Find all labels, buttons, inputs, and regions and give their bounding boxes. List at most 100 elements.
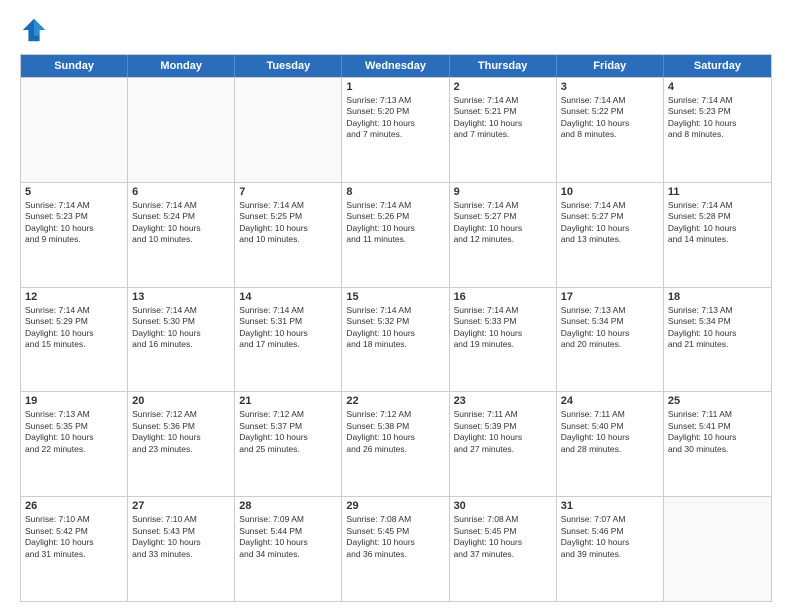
calendar-cell-day-25: 25Sunrise: 7:11 AM Sunset: 5:41 PM Dayli… <box>664 392 771 496</box>
day-number: 8 <box>346 186 444 198</box>
day-info: Sunrise: 7:14 AM Sunset: 5:23 PM Dayligh… <box>668 95 767 141</box>
calendar-cell-day-29: 29Sunrise: 7:08 AM Sunset: 5:45 PM Dayli… <box>342 497 449 601</box>
calendar-row-2: 5 Sunrise: 7:14 AM Sunset: 5:23 PM Daylig… <box>21 182 771 287</box>
day-info: Sunrise: 7:14 AM Sunset: 5:32 PM Dayligh… <box>346 305 444 351</box>
day-number: 2 <box>454 81 552 93</box>
day-number: 13 <box>132 291 230 303</box>
calendar-cell-day-11: 11 Sunrise: 7:14 AM Sunset: 5:28 PM Dayli… <box>664 183 771 287</box>
day-info: Sunrise: 7:13 AM Sunset: 5:34 PM Dayligh… <box>668 305 767 351</box>
calendar-cell-day-19: 19 Sunrise: 7:13 AM Sunset: 5:35 PM Dayli… <box>21 392 128 496</box>
day-info: Sunrise: 7:14 AM Sunset: 5:23 PM Dayligh… <box>25 200 123 246</box>
day-number: 5 <box>25 186 123 198</box>
calendar-cell-day-24: 24 Sunrise: 7:11 AM Sunset: 5:40 PM Dayli… <box>557 392 664 496</box>
calendar-cell-day-4: 4 Sunrise: 7:14 AM Sunset: 5:23 PM Daylig… <box>664 78 771 182</box>
day-number: 9 <box>454 186 552 198</box>
day-info: Sunrise: 7:14 AM Sunset: 5:22 PM Dayligh… <box>561 95 659 141</box>
day-info: Sunrise: 7:14 AM Sunset: 5:24 PM Dayligh… <box>132 200 230 246</box>
day-number: 24 <box>561 395 659 407</box>
header <box>20 16 772 44</box>
calendar-cell-day-1: 1 Sunrise: 7:13 AM Sunset: 5:20 PM Daylig… <box>342 78 449 182</box>
day-info: Sunrise: 7:14 AM Sunset: 5:33 PM Dayligh… <box>454 305 552 351</box>
calendar-cell-empty <box>235 78 342 182</box>
calendar-cell-day-5: 5 Sunrise: 7:14 AM Sunset: 5:23 PM Daylig… <box>21 183 128 287</box>
calendar-header: SundayMondayTuesdayWednesdayThursdayFrid… <box>21 55 771 77</box>
day-info: Sunrise: 7:14 AM Sunset: 5:30 PM Dayligh… <box>132 305 230 351</box>
logo <box>20 16 52 44</box>
calendar-cell-day-27: 27 Sunrise: 7:10 AM Sunset: 5:43 PM Dayli… <box>128 497 235 601</box>
weekday-header-friday: Friday <box>557 55 664 77</box>
day-info: Sunrise: 7:14 AM Sunset: 5:26 PM Dayligh… <box>346 200 444 246</box>
day-info: Sunrise: 7:14 AM Sunset: 5:28 PM Dayligh… <box>668 200 767 246</box>
day-info: Sunrise: 7:14 AM Sunset: 5:21 PM Dayligh… <box>454 95 552 141</box>
day-info: Sunrise: 7:11 AM Sunset: 5:41 PM Dayligh… <box>668 409 767 455</box>
day-number: 26 <box>25 500 123 512</box>
day-number: 1 <box>346 81 444 93</box>
calendar-cell-day-26: 26 Sunrise: 7:10 AM Sunset: 5:42 PM Dayli… <box>21 497 128 601</box>
weekday-header-thursday: Thursday <box>450 55 557 77</box>
day-number: 30 <box>454 500 552 512</box>
day-info: Sunrise: 7:10 AM Sunset: 5:43 PM Dayligh… <box>132 514 230 560</box>
day-info: Sunrise: 7:11 AM Sunset: 5:39 PM Dayligh… <box>454 409 552 455</box>
calendar-cell-day-15: 15 Sunrise: 7:14 AM Sunset: 5:32 PM Dayli… <box>342 288 449 392</box>
day-number: 27 <box>132 500 230 512</box>
day-info: Sunrise: 7:13 AM Sunset: 5:35 PM Dayligh… <box>25 409 123 455</box>
calendar-cell-day-10: 10 Sunrise: 7:14 AM Sunset: 5:27 PM Dayli… <box>557 183 664 287</box>
day-number: 7 <box>239 186 337 198</box>
day-info: Sunrise: 7:14 AM Sunset: 5:29 PM Dayligh… <box>25 305 123 351</box>
calendar-cell-day-3: 3 Sunrise: 7:14 AM Sunset: 5:22 PM Daylig… <box>557 78 664 182</box>
calendar-cell-empty <box>128 78 235 182</box>
logo-icon <box>20 16 48 44</box>
day-info: Sunrise: 7:08 AM Sunset: 5:45 PM Dayligh… <box>454 514 552 560</box>
weekday-header-sunday: Sunday <box>21 55 128 77</box>
calendar-cell-day-12: 12 Sunrise: 7:14 AM Sunset: 5:29 PM Dayli… <box>21 288 128 392</box>
day-info: Sunrise: 7:14 AM Sunset: 5:31 PM Dayligh… <box>239 305 337 351</box>
day-number: 22 <box>346 395 444 407</box>
day-info: Sunrise: 7:09 AM Sunset: 5:44 PM Dayligh… <box>239 514 337 560</box>
day-number: 10 <box>561 186 659 198</box>
day-info: Sunrise: 7:14 AM Sunset: 5:25 PM Dayligh… <box>239 200 337 246</box>
calendar-cell-day-20: 20 Sunrise: 7:12 AM Sunset: 5:36 PM Dayli… <box>128 392 235 496</box>
calendar-cell-day-13: 13 Sunrise: 7:14 AM Sunset: 5:30 PM Dayli… <box>128 288 235 392</box>
day-number: 14 <box>239 291 337 303</box>
day-number: 23 <box>454 395 552 407</box>
calendar-cell-day-31: 31 Sunrise: 7:07 AM Sunset: 5:46 PM Dayli… <box>557 497 664 601</box>
calendar-cell-day-16: 16 Sunrise: 7:14 AM Sunset: 5:33 PM Dayli… <box>450 288 557 392</box>
day-number: 12 <box>25 291 123 303</box>
weekday-header-monday: Monday <box>128 55 235 77</box>
day-number: 19 <box>25 395 123 407</box>
weekday-header-wednesday: Wednesday <box>342 55 449 77</box>
day-info: Sunrise: 7:14 AM Sunset: 5:27 PM Dayligh… <box>561 200 659 246</box>
day-number: 31 <box>561 500 659 512</box>
day-number: 16 <box>454 291 552 303</box>
calendar-cell-day-18: 18 Sunrise: 7:13 AM Sunset: 5:34 PM Dayli… <box>664 288 771 392</box>
day-number: 4 <box>668 81 767 93</box>
calendar-cell-empty <box>21 78 128 182</box>
calendar-cell-empty <box>664 497 771 601</box>
day-number: 29 <box>346 500 444 512</box>
calendar-row-4: 19 Sunrise: 7:13 AM Sunset: 5:35 PM Dayli… <box>21 391 771 496</box>
day-number: 11 <box>668 186 767 198</box>
day-number: 3 <box>561 81 659 93</box>
day-info: Sunrise: 7:07 AM Sunset: 5:46 PM Dayligh… <box>561 514 659 560</box>
calendar-body: 1 Sunrise: 7:13 AM Sunset: 5:20 PM Daylig… <box>21 77 771 601</box>
day-info: Sunrise: 7:13 AM Sunset: 5:20 PM Dayligh… <box>346 95 444 141</box>
calendar-cell-day-14: 14 Sunrise: 7:14 AM Sunset: 5:31 PM Dayli… <box>235 288 342 392</box>
day-info: Sunrise: 7:12 AM Sunset: 5:38 PM Dayligh… <box>346 409 444 455</box>
calendar-row-5: 26 Sunrise: 7:10 AM Sunset: 5:42 PM Dayli… <box>21 496 771 601</box>
weekday-header-tuesday: Tuesday <box>235 55 342 77</box>
calendar-row-1: 1 Sunrise: 7:13 AM Sunset: 5:20 PM Daylig… <box>21 77 771 182</box>
calendar-cell-day-8: 8 Sunrise: 7:14 AM Sunset: 5:26 PM Daylig… <box>342 183 449 287</box>
calendar-row-3: 12 Sunrise: 7:14 AM Sunset: 5:29 PM Dayli… <box>21 287 771 392</box>
day-info: Sunrise: 7:10 AM Sunset: 5:42 PM Dayligh… <box>25 514 123 560</box>
day-number: 28 <box>239 500 337 512</box>
calendar: SundayMondayTuesdayWednesdayThursdayFrid… <box>20 54 772 602</box>
page: SundayMondayTuesdayWednesdayThursdayFrid… <box>0 0 792 612</box>
day-number: 20 <box>132 395 230 407</box>
day-info: Sunrise: 7:11 AM Sunset: 5:40 PM Dayligh… <box>561 409 659 455</box>
day-info: Sunrise: 7:12 AM Sunset: 5:36 PM Dayligh… <box>132 409 230 455</box>
day-number: 18 <box>668 291 767 303</box>
day-number: 15 <box>346 291 444 303</box>
calendar-cell-day-23: 23 Sunrise: 7:11 AM Sunset: 5:39 PM Dayli… <box>450 392 557 496</box>
day-number: 21 <box>239 395 337 407</box>
calendar-cell-day-22: 22 Sunrise: 7:12 AM Sunset: 5:38 PM Dayli… <box>342 392 449 496</box>
